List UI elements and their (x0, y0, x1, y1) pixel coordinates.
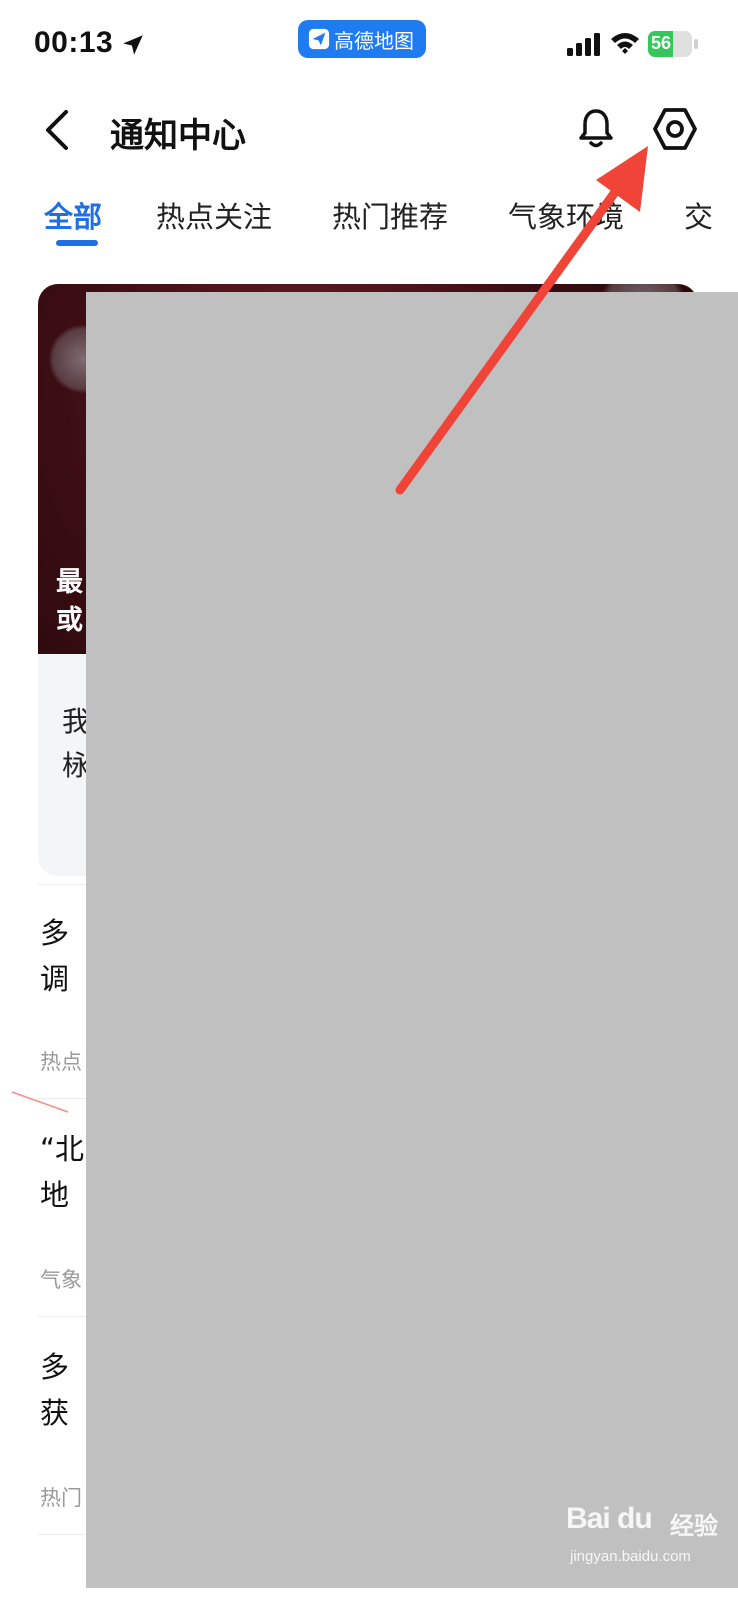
tab-popular-recommend[interactable]: 热门推荐 (332, 194, 448, 236)
battery-charging-icon: 56 (648, 31, 698, 57)
tab-weather-environment[interactable]: 气象环境 (508, 194, 624, 236)
wifi-icon (611, 33, 639, 54)
watermark-url: jingyan.baidu.com (570, 1548, 691, 1565)
redaction-overlay (86, 292, 738, 1588)
signal-icon (567, 33, 600, 56)
notification-category: 热门 (40, 1486, 82, 1510)
back-to-app-badge[interactable]: 高德地图 (298, 20, 426, 58)
baidu-jingyan-watermark: Bai du 经验 jingyan.baidu.com (566, 1494, 726, 1574)
back-icon[interactable] (40, 108, 74, 152)
app-badge-label: 高德地图 (334, 28, 414, 53)
navigation-header: 通知中心 (0, 90, 738, 170)
notification-category: 热点 (40, 1050, 82, 1074)
status-bar: 00:13 高德地图 56 (0, 0, 738, 90)
notification-title: “北地 (40, 1132, 85, 1212)
notification-title: 多获 (40, 1350, 70, 1430)
tab-traffic[interactable]: 交 (684, 194, 713, 236)
active-tab-indicator (56, 240, 98, 246)
battery-percent: 56 (651, 33, 672, 53)
tab-hot-topics[interactable]: 热点关注 (156, 194, 272, 236)
location-arrow-icon (123, 35, 143, 55)
watermark-brand: Bai du (566, 1502, 653, 1535)
featured-title-line-2: 或 (56, 605, 83, 636)
watermark-brand-cn: 经验 (670, 1512, 718, 1540)
settings-icon[interactable] (652, 106, 698, 152)
bell-icon[interactable] (576, 106, 616, 150)
category-tabs: 全部 热点关注 热门推荐 气象环境 交 (0, 190, 738, 260)
notification-category: 气象 (40, 1268, 82, 1292)
featured-title-line-1: 最 (56, 567, 83, 598)
featured-title: 最 或 (56, 564, 86, 640)
status-time: 00:13 (34, 26, 114, 59)
page-title: 通知中心 (110, 116, 246, 156)
notification-title: 多调 (40, 916, 70, 996)
tab-all[interactable]: 全部 (44, 194, 102, 236)
app-logo-icon (308, 28, 330, 50)
